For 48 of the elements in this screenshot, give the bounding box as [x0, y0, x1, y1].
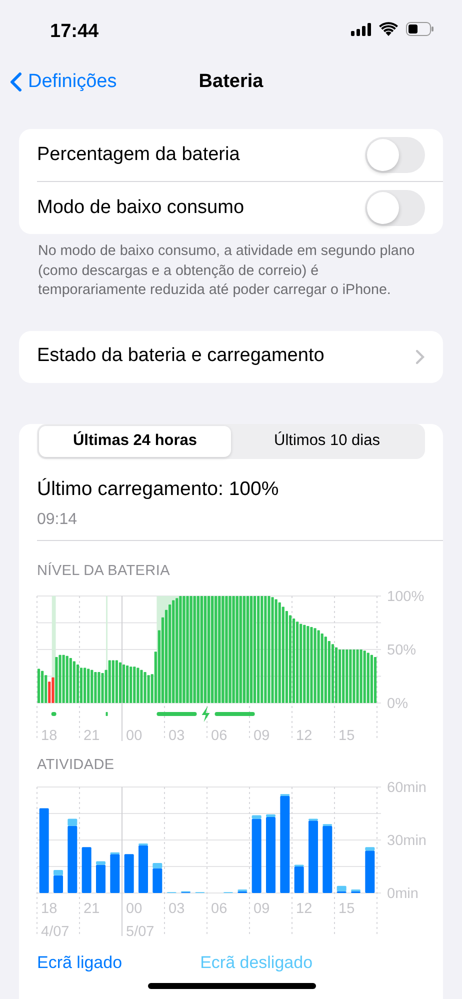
axis-label: 18	[41, 728, 58, 742]
setting-label: Percentagem da bateria	[37, 142, 240, 167]
segment-tab[interactable]: Últimas 24 horas	[39, 426, 231, 456]
axis-label: 15	[338, 901, 355, 918]
setting-label: Modo de baixo consumo	[37, 196, 244, 220]
signal-icon	[351, 22, 371, 36]
axis-label: 00	[126, 728, 142, 742]
axis-label: 30min	[387, 833, 426, 850]
last-charge-label: Último carregamento: 100%	[37, 476, 280, 502]
date-label: 5/07	[126, 924, 154, 938]
back-button[interactable]: Definições	[10, 68, 117, 96]
battery-icon	[406, 22, 434, 36]
axis-label: 18	[41, 901, 58, 918]
last-charge-time: 09:14	[37, 510, 78, 530]
axis-label: 50%	[387, 642, 416, 658]
legend-label: Ecrã desligado	[200, 952, 313, 974]
axis-label: 0min	[387, 886, 418, 902]
toggle-switch[interactable]	[365, 190, 425, 226]
axis-label: 06	[211, 901, 228, 918]
chart-title: ATIVIDADE	[37, 756, 116, 774]
page-title: Bateria	[198, 70, 264, 94]
axis-label: 06	[211, 728, 228, 742]
axis-label: 15	[338, 728, 355, 742]
axis-label: 0%	[387, 696, 408, 712]
toggle-switch[interactable]	[365, 137, 425, 173]
axis-label: 12	[296, 901, 312, 918]
axis-label: 60min	[387, 780, 426, 796]
row-label: Estado da bateria e carregamento	[37, 344, 324, 368]
wifi-icon	[379, 22, 398, 36]
axis-label: 09	[254, 728, 270, 742]
legend-label: Ecrã ligado	[37, 952, 122, 974]
axis-label: 09	[254, 901, 270, 918]
chevron-left-icon	[10, 72, 22, 92]
lightning-icon	[202, 706, 210, 722]
axis-label: 00	[126, 901, 142, 918]
axis-label: 03	[168, 728, 185, 742]
axis-label: 03	[168, 901, 185, 918]
chevron-right-icon	[415, 348, 425, 364]
date-label: 4/07	[41, 924, 70, 938]
list-row[interactable]: Estado da bateria e carregamento	[19, 330, 443, 382]
axis-label: 21	[84, 901, 100, 918]
chart-title: NÍVEL DA BATERIA	[37, 561, 171, 581]
axis-label: 12	[296, 728, 312, 742]
axis-label: 21	[84, 728, 100, 742]
axis-label: 100%	[387, 588, 424, 604]
clock-time: 17:44	[50, 20, 99, 44]
footer-note: No modo de baixo consumo, a atividade em segundo plano (como descargas e a obtenção de correio) é temporariamente reduzida até poder carregar o iPhone.	[38, 242, 416, 300]
segment-tab[interactable]: Últimos 10 dias	[231, 426, 423, 456]
